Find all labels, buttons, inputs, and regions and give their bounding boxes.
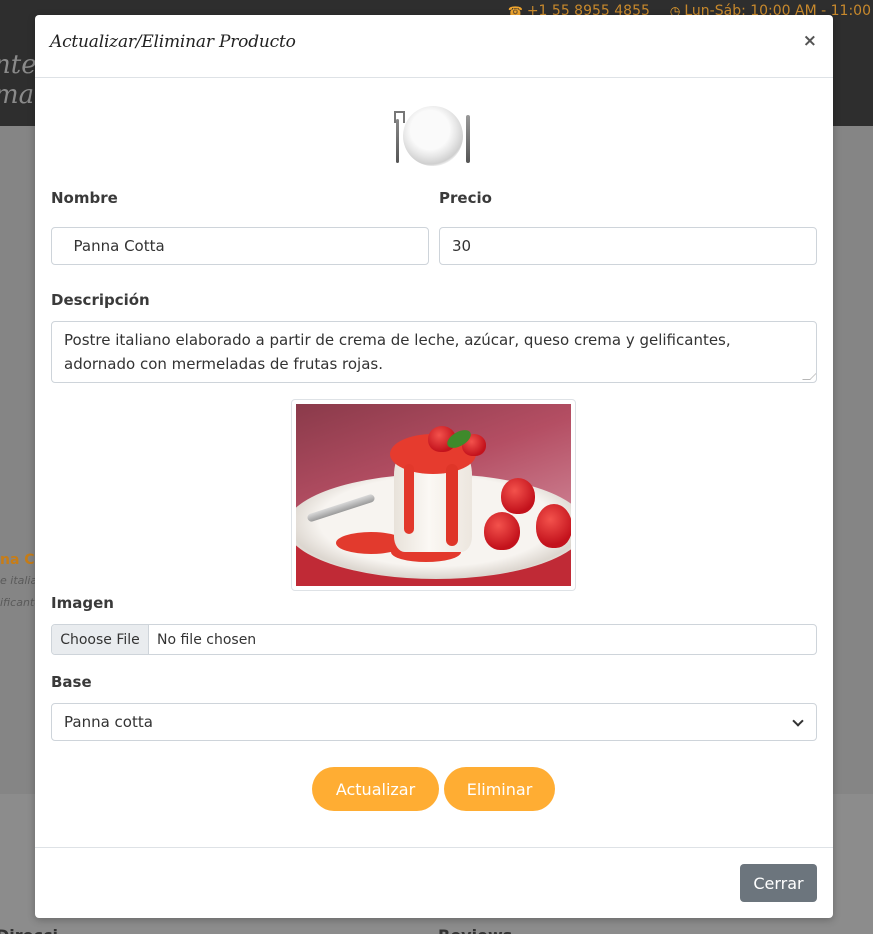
close-button[interactable]: Cerrar	[740, 864, 817, 902]
descripcion-text: Postre italiano elaborado a partir de cr…	[64, 331, 731, 373]
nombre-input[interactable]: Panna Cotta	[51, 227, 429, 265]
base-label: Base	[51, 673, 92, 691]
precio-input[interactable]: 30	[439, 227, 817, 265]
modal-title: Actualizar/Eliminar Producto	[50, 32, 296, 52]
footer-col-address: Direcci	[0, 926, 58, 934]
nombre-label: Nombre	[51, 189, 118, 207]
menu-item-desc-1: e italia	[0, 574, 38, 587]
choose-file-button[interactable]: Choose File	[52, 625, 149, 654]
menu-item-card: na C e italia ificante	[0, 552, 42, 614]
delete-button[interactable]: Eliminar	[444, 767, 555, 811]
precio-label: Precio	[439, 189, 492, 207]
descripcion-label: Descripción	[51, 291, 150, 309]
menu-item-desc-2: ificante	[0, 596, 42, 609]
panna-cotta-photo	[296, 404, 571, 586]
base-selected-value: Panna cotta	[64, 713, 153, 731]
close-icon[interactable]: ×	[803, 31, 817, 51]
modal-header: Actualizar/Eliminar Producto ×	[35, 15, 833, 78]
imagen-file-input[interactable]: Choose File No file chosen	[51, 624, 817, 655]
update-button[interactable]: Actualizar	[312, 767, 439, 811]
imagen-label: Imagen	[51, 594, 114, 612]
plate-cutlery-icon	[393, 105, 473, 167]
descripcion-textarea[interactable]: Postre italiano elaborado a partir de cr…	[51, 321, 817, 383]
footer-col-reviews: Reviews	[438, 926, 512, 934]
chevron-down-icon	[792, 715, 804, 727]
update-product-modal: Actualizar/Eliminar Producto × Nombre Pa…	[35, 15, 833, 918]
resize-handle[interactable]	[802, 372, 816, 380]
file-status-text: No file chosen	[157, 631, 257, 648]
menu-item-title: na C	[0, 552, 35, 568]
base-select[interactable]: Panna cotta	[51, 703, 817, 741]
site-logo: nte ma	[0, 50, 37, 110]
modal-footer: Cerrar	[35, 847, 833, 918]
product-image-preview	[291, 399, 576, 591]
